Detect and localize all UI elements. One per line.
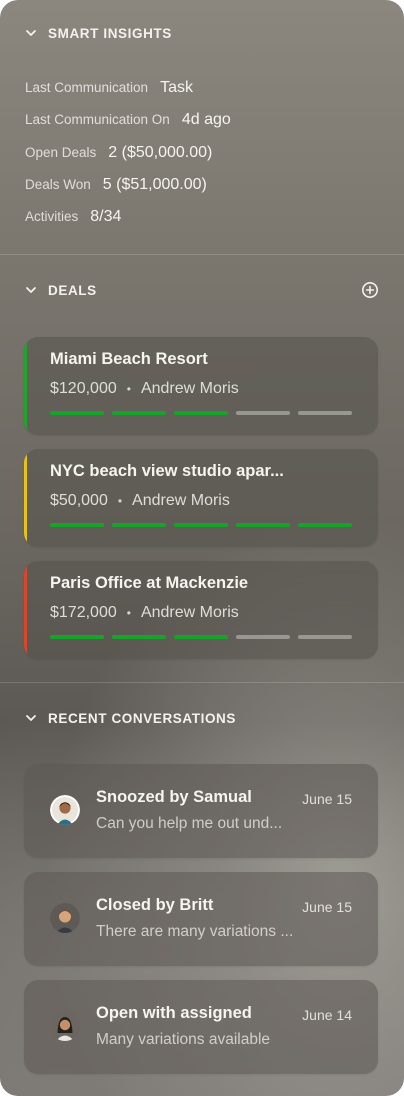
- recent-conversations-header[interactable]: RECENT CONVERSATIONS: [24, 708, 236, 728]
- deal-progress-bar: [50, 411, 352, 415]
- progress-segment-complete: [112, 635, 166, 639]
- separator-dot: •: [117, 494, 123, 508]
- conversation-date: June 15: [302, 899, 352, 915]
- deal-owner: Andrew Moris: [132, 492, 230, 509]
- deal-name: Paris Office at Mackenzie: [50, 574, 249, 592]
- insight-row-last-communication-on: Last Communication On 4d ago: [25, 111, 231, 129]
- insight-value: 4d ago: [181, 111, 231, 128]
- conversation-title: Open with assigned: [96, 1004, 252, 1022]
- conversation-date: June 15: [302, 791, 352, 807]
- insight-row-last-communication: Last Communication Task: [25, 79, 193, 97]
- smart-insights-title: SMART INSIGHTS: [48, 25, 172, 41]
- insight-value: 2 ($50,000.00): [108, 144, 213, 161]
- progress-segment-complete: [50, 635, 104, 639]
- chevron-down-icon: [24, 283, 38, 297]
- progress-segment-incomplete: [236, 635, 290, 639]
- separator-dot: •: [126, 382, 131, 396]
- progress-segment-complete: [236, 523, 290, 527]
- deal-card[interactable]: NYC beach view studio apar... $50,000 • …: [24, 449, 378, 547]
- deal-card[interactable]: Paris Office at Mackenzie $172,000 • And…: [24, 561, 378, 659]
- progress-segment-complete: [174, 523, 228, 527]
- conversation-preview: Can you help me out und...: [96, 815, 283, 832]
- conversation-preview: Many variations available: [96, 1031, 271, 1048]
- insight-row-deals-won: Deals Won 5 ($51,000.00): [25, 176, 207, 194]
- section-divider: [0, 254, 404, 255]
- progress-segment-complete: [50, 523, 104, 527]
- progress-segment-complete: [298, 523, 352, 527]
- conversation-item[interactable]: Closed by Britt June 15 There are many v…: [24, 872, 378, 966]
- deal-meta: $120,000 • Andrew Moris: [50, 380, 239, 398]
- progress-segment-incomplete: [298, 635, 352, 639]
- conversation-title: Snoozed by Samual: [96, 788, 252, 806]
- chevron-down-icon: [24, 711, 38, 725]
- insight-label: Deals Won: [25, 177, 91, 192]
- insight-label: Last Communication: [25, 80, 149, 95]
- deal-progress-bar: [50, 523, 352, 527]
- deal-status-accent: [24, 561, 27, 659]
- deal-meta: $172,000 • Andrew Moris: [50, 604, 239, 622]
- insight-value: Task: [160, 79, 193, 96]
- smart-insights-header[interactable]: SMART INSIGHTS: [24, 23, 172, 43]
- deal-meta: $50,000 • Andrew Moris: [50, 492, 230, 510]
- deal-amount: $172,000: [50, 604, 117, 621]
- deal-owner: Andrew Moris: [140, 604, 239, 621]
- deal-card[interactable]: Miami Beach Resort $120,000 • Andrew Mor…: [24, 337, 378, 435]
- conversation-item[interactable]: Snoozed by Samual June 15 Can you help m…: [24, 764, 378, 858]
- add-deal-button[interactable]: [361, 281, 379, 299]
- insight-label: Last Communication On: [25, 112, 170, 127]
- insight-value: 5 ($51,000.00): [102, 176, 207, 193]
- conversation-title: Closed by Britt: [96, 896, 214, 914]
- person-avatar-icon: [50, 1011, 80, 1041]
- plus-circle-icon: [362, 282, 378, 298]
- insight-row-activities: Activities 8/34: [25, 208, 121, 226]
- deals-title: DEALS: [48, 282, 97, 298]
- deal-status-accent: [24, 337, 27, 435]
- progress-segment-complete: [174, 411, 228, 415]
- contact-sidebar-panel: SMART INSIGHTS Last Communication Task L…: [0, 0, 404, 1096]
- deal-name: NYC beach view studio apar...: [50, 462, 284, 480]
- conversation-date: June 14: [302, 1007, 352, 1023]
- insight-label: Open Deals: [25, 145, 97, 160]
- recent-conversations-title: RECENT CONVERSATIONS: [48, 710, 237, 726]
- chevron-down-icon: [24, 26, 38, 40]
- deal-owner: Andrew Moris: [140, 380, 239, 397]
- progress-segment-incomplete: [298, 411, 352, 415]
- deal-status-accent: [24, 449, 27, 547]
- deal-progress-bar: [50, 635, 352, 639]
- conversation-item[interactable]: Open with assigned June 14 Many variatio…: [24, 980, 378, 1074]
- insight-row-open-deals: Open Deals 2 ($50,000.00): [25, 144, 212, 162]
- insight-value: 8/34: [90, 208, 122, 225]
- section-divider: [0, 682, 404, 683]
- deal-name: Miami Beach Resort: [50, 350, 208, 368]
- deals-header[interactable]: DEALS: [24, 280, 97, 300]
- deal-amount: $50,000: [50, 492, 108, 509]
- progress-segment-complete: [112, 523, 166, 527]
- insight-label: Activities: [25, 209, 79, 224]
- progress-segment-complete: [112, 411, 166, 415]
- progress-segment-complete: [174, 635, 228, 639]
- deal-amount: $120,000: [50, 380, 117, 397]
- person-avatar-icon: [50, 795, 80, 825]
- progress-segment-complete: [50, 411, 104, 415]
- conversation-preview: There are many variations ...: [96, 923, 294, 940]
- separator-dot: •: [126, 606, 131, 620]
- person-avatar-icon: [50, 903, 80, 933]
- progress-segment-incomplete: [236, 411, 290, 415]
